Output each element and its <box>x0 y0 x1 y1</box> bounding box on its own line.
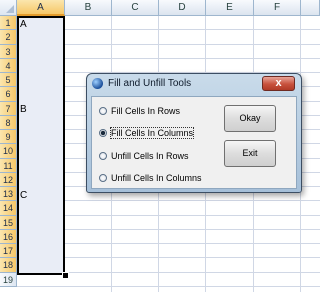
fill-unfill-dialog: Fill and Unfill Tools x Fill Cells In Ro… <box>86 73 302 193</box>
radio-selected-icon <box>99 129 107 137</box>
row-header[interactable]: 6 <box>0 87 17 102</box>
globe-icon <box>92 78 103 89</box>
fill-handle[interactable] <box>62 272 69 279</box>
selected-range[interactable] <box>17 16 65 275</box>
row-header[interactable]: 12 <box>0 173 17 187</box>
row-header[interactable]: 13 <box>0 187 17 201</box>
radio-label: Unfill Cells In Columns <box>111 173 202 183</box>
radio-unfill-rows[interactable]: Unfill Cells In Rows <box>99 150 189 162</box>
dialog-body: Fill Cells In Rows Fill Cells In Columns… <box>91 96 297 189</box>
row-header[interactable]: 5 <box>0 73 17 87</box>
dialog-titlebar[interactable]: Fill and Unfill Tools x <box>87 74 301 94</box>
column-header-d[interactable]: D <box>159 0 206 16</box>
column-header-e[interactable]: E <box>206 0 254 16</box>
row-header[interactable]: 10 <box>0 144 17 159</box>
column-header-c[interactable]: C <box>112 0 159 16</box>
column-header-g[interactable] <box>301 0 320 16</box>
row-header[interactable]: 7 <box>0 102 17 116</box>
radio-fill-rows[interactable]: Fill Cells In Rows <box>99 105 180 117</box>
row-header[interactable]: 16 <box>0 230 17 244</box>
radio-unselected-icon <box>99 152 107 160</box>
dialog-title: Fill and Unfill Tools <box>108 78 192 89</box>
okay-button[interactable]: Okay <box>224 105 276 132</box>
cell-a13[interactable]: C <box>20 190 27 201</box>
radio-fill-columns[interactable]: Fill Cells In Columns <box>99 127 195 139</box>
radio-label: Fill Cells In Columns <box>109 127 195 139</box>
radio-label: Unfill Cells In Rows <box>111 151 189 161</box>
column-header-b[interactable]: B <box>65 0 112 16</box>
cell-a1[interactable]: A <box>20 19 27 30</box>
row-header[interactable]: 11 <box>0 159 17 173</box>
column-header-f[interactable]: F <box>254 0 301 16</box>
row-header[interactable]: 14 <box>0 201 17 216</box>
select-all-button[interactable] <box>0 0 17 16</box>
row-header[interactable]: 19 <box>0 273 17 287</box>
row-header[interactable]: 9 <box>0 130 17 144</box>
row-header[interactable]: 4 <box>0 59 17 73</box>
row-header[interactable]: 3 <box>0 45 17 59</box>
close-button[interactable]: x <box>262 76 295 91</box>
column-header-a[interactable]: A <box>17 0 65 16</box>
row-header[interactable]: 15 <box>0 216 17 230</box>
radio-unselected-icon <box>99 174 107 182</box>
row-header[interactable]: 8 <box>0 116 17 130</box>
row-header[interactable]: 2 <box>0 30 17 45</box>
row-header[interactable]: 18 <box>0 258 17 273</box>
row-header[interactable]: 17 <box>0 244 17 258</box>
cell-a7[interactable]: B <box>20 104 27 115</box>
exit-button[interactable]: Exit <box>224 140 276 167</box>
row-header[interactable]: 1 <box>0 16 17 30</box>
radio-label: Fill Cells In Rows <box>111 106 181 116</box>
grid-line <box>17 286 320 287</box>
radio-unfill-columns[interactable]: Unfill Cells In Columns <box>99 172 202 184</box>
radio-unselected-icon <box>99 107 107 115</box>
